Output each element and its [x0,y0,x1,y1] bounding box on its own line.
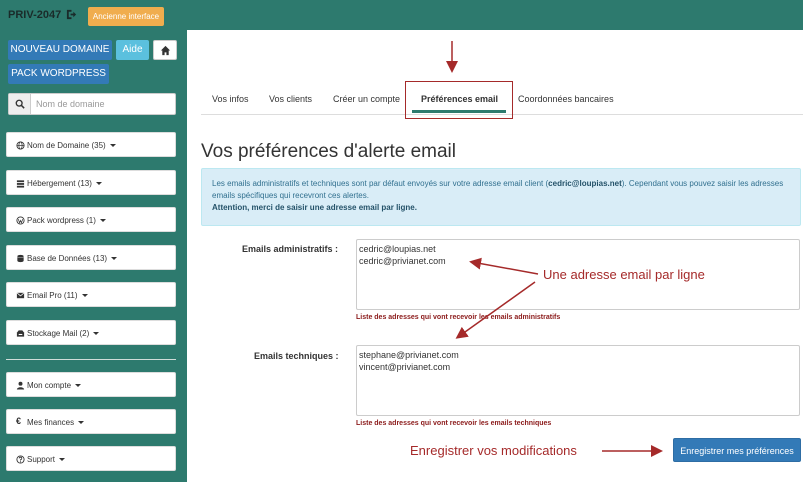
sidebar-item-label: Mes finances [27,418,75,427]
sidebar-item-label: Support [27,455,56,464]
sidebar-item-label: Email Pro (11) [27,291,78,300]
storage-icon [16,330,25,337]
question-icon [16,455,25,464]
caret-down-icon [109,144,116,148]
tab-create-account[interactable]: Créer un compte [333,94,400,104]
sidebar-item-label: Nom de Domaine (35) [27,141,106,150]
home-button[interactable] [153,40,177,60]
save-preferences-button[interactable]: Enregistrer mes préférences [673,438,801,462]
sidebar-item-hosting[interactable]: Hébergement (13) [6,170,176,195]
sidebar-item-label: Mon compte [27,381,72,390]
sidebar-item-domains[interactable]: Nom de Domaine (35) [6,132,176,157]
alert-warning: Attention, merci de saisir une adresse e… [212,203,417,212]
tech-email-line: vincent@privianet.com [359,362,451,372]
alert-text: Les emails administratifs et techniques … [212,179,549,188]
tech-emails-help: Liste des adresses qui vont recevoir les… [356,420,552,427]
sidebar: NOUVEAU DOMAINE Aide PACK WORDPRESS Nom … [0,30,187,482]
logout-icon[interactable] [66,9,77,20]
tab-infos[interactable]: Vos infos [212,94,249,104]
admin-emails-label: Emails administratifs : [242,244,339,254]
alert-email: cedric@loupias.net [548,179,622,188]
database-icon [17,254,24,263]
wordpress-icon [16,216,25,225]
tab-bank-details[interactable]: Coordonnées bancaires [518,94,614,104]
caret-down-icon [99,219,106,223]
wordpress-pack-button[interactable]: PACK WORDPRESS [8,64,109,84]
tech-emails-textarea[interactable]: stephane@privianet.com vincent@privianet… [356,345,800,416]
admin-emails-help: Liste des adresses qui vont recevoir les… [356,314,561,321]
annotation-one-per-line: Une adresse email par ligne [543,267,705,282]
home-icon [160,45,171,56]
tech-email-line: stephane@privianet.com [359,350,459,360]
server-icon [16,180,25,188]
sidebar-item-label: Pack wordpress (1) [27,216,96,225]
tab-clients[interactable]: Vos clients [269,94,312,104]
page-title: Vos préférences d'alerte email [201,141,456,162]
sidebar-item-label: Base de Données (13) [27,254,108,263]
domain-search [8,93,176,115]
admin-email-line: cedric@privianet.com [359,256,446,266]
search-icon [15,99,25,109]
sidebar-item-support[interactable]: Support [6,446,176,471]
help-button[interactable]: Aide [116,40,149,60]
tech-emails-label: Emails techniques : [254,351,339,361]
caret-down-icon [81,294,88,298]
sidebar-item-email-pro[interactable]: Email Pro (11) [6,282,176,307]
new-domain-button[interactable]: NOUVEAU DOMAINE [8,40,112,60]
old-interface-button[interactable]: Ancienne interface [88,7,164,26]
euro-icon: € [16,416,22,426]
sidebar-item-my-account[interactable]: Mon compte [6,372,176,397]
sidebar-item-mail-storage[interactable]: Stockage Mail (2) [6,320,176,345]
envelope-icon [16,292,25,299]
user-icon [16,381,25,390]
top-bar: PRIV-2047 Ancienne interface [0,0,803,30]
annotation-highlight-box [405,81,513,119]
caret-down-icon [111,257,118,261]
sidebar-item-label: Stockage Mail (2) [27,329,90,338]
search-addon [9,94,31,114]
sidebar-item-finances[interactable]: € Mes finances [6,409,176,434]
globe-icon [16,141,25,150]
caret-down-icon [59,458,66,462]
info-alert: Les emails administratifs et techniques … [201,168,801,226]
sidebar-item-wordpress[interactable]: Pack wordpress (1) [6,207,176,232]
caret-down-icon [93,332,100,336]
annotation-save-changes: Enregistrer vos modifications [410,443,577,458]
sidebar-item-databases[interactable]: Base de Données (13) [6,245,176,270]
sidebar-divider [6,359,176,360]
caret-down-icon [75,384,82,388]
caret-down-icon [95,182,102,186]
caret-down-icon [78,421,85,425]
sidebar-item-label: Hébergement (13) [27,179,92,188]
account-id: PRIV-2047 [8,9,62,21]
search-input[interactable] [36,94,174,114]
main-content: Vos infos Vos clients Créer un compte Pr… [187,30,803,482]
admin-email-line: cedric@loupias.net [359,244,436,254]
